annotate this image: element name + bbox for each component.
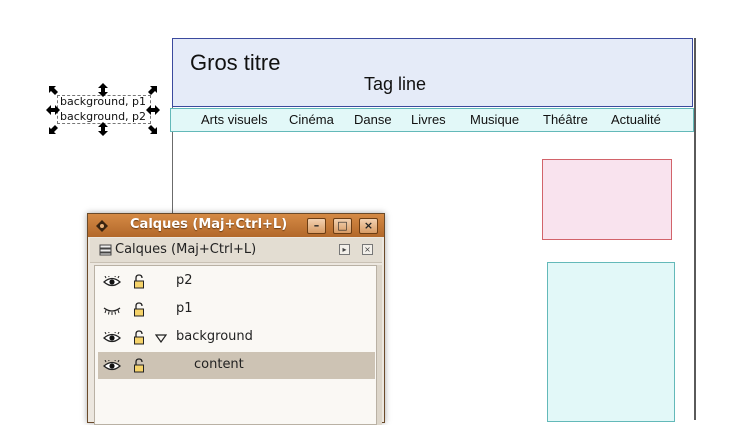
- expand-triangle-icon[interactable]: [155, 333, 167, 343]
- nav-item-actualite[interactable]: Actualité: [611, 112, 661, 127]
- resize-handle-se-icon[interactable]: [145, 122, 159, 136]
- panel-close-button[interactable]: ×: [362, 244, 373, 255]
- list-scrollbar[interactable]: [377, 265, 382, 425]
- pink-block[interactable]: [542, 159, 672, 240]
- eye-open-icon[interactable]: [103, 332, 121, 344]
- resize-handle-sw-icon[interactable]: [47, 122, 61, 136]
- resize-handle-n-icon[interactable]: [96, 83, 110, 97]
- cyan-block[interactable]: [547, 262, 675, 422]
- panel-menu-button[interactable]: ▸: [339, 244, 350, 255]
- dialog-title: Calques (Maj+Ctrl+L): [130, 217, 288, 232]
- layer-name[interactable]: p2: [176, 273, 193, 288]
- nav-item-theatre[interactable]: Théâtre: [543, 112, 588, 127]
- page-title[interactable]: Gros titre: [190, 50, 280, 76]
- unlock-icon[interactable]: [133, 330, 145, 345]
- close-button[interactable]: ×: [359, 218, 378, 234]
- nav-item-musique[interactable]: Musique: [470, 112, 519, 127]
- eye-open-icon[interactable]: [103, 360, 121, 372]
- nav-item-livres[interactable]: Livres: [411, 112, 446, 127]
- resize-handle-e-icon[interactable]: [146, 103, 160, 117]
- resize-handle-ne-icon[interactable]: [145, 84, 159, 98]
- nav-item-cinema[interactable]: Cinéma: [289, 112, 334, 127]
- nav-item-danse[interactable]: Danse: [354, 112, 392, 127]
- layer-name[interactable]: p1: [176, 301, 193, 316]
- nav-item-arts-visuels[interactable]: Arts visuels: [201, 112, 267, 127]
- page-tagline[interactable]: Tag line: [364, 74, 426, 95]
- eye-open-icon[interactable]: [103, 276, 121, 288]
- minimize-button[interactable]: –: [307, 218, 326, 234]
- unlock-icon[interactable]: [133, 302, 145, 317]
- layer-name[interactable]: content: [194, 357, 244, 372]
- resize-handle-s-icon[interactable]: [96, 122, 110, 136]
- resize-handle-nw-icon[interactable]: [47, 84, 61, 98]
- unlock-icon[interactable]: [133, 358, 145, 373]
- eye-closed-icon[interactable]: [103, 304, 121, 316]
- layers-icon: [99, 244, 112, 256]
- panel-title: Calques (Maj+Ctrl+L): [115, 242, 257, 257]
- resize-handle-w-icon[interactable]: [46, 103, 60, 117]
- unlock-icon[interactable]: [133, 274, 145, 289]
- layer-name[interactable]: background: [176, 329, 253, 344]
- app-menu-icon[interactable]: [95, 219, 109, 233]
- maximize-button[interactable]: □: [333, 218, 352, 234]
